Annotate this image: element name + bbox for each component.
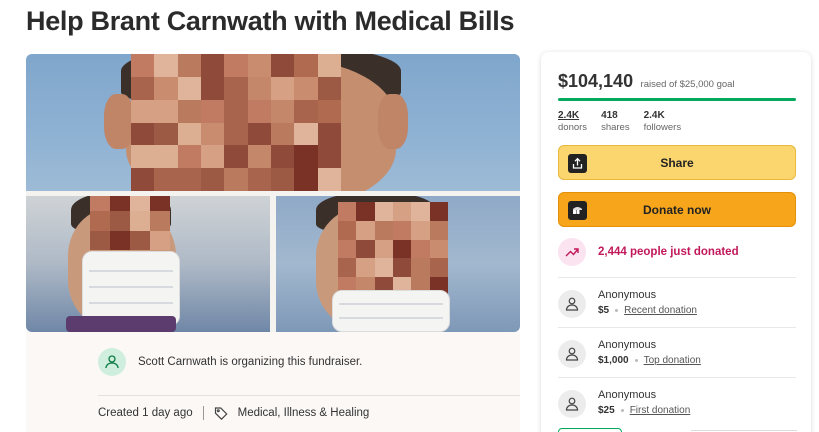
donation-item[interactable]: Anonymous $5 Recent donation — [558, 277, 796, 318]
share-button[interactable]: Share — [558, 145, 796, 180]
donate-now-label: Donate now — [643, 202, 711, 217]
organizer-text: Scott Carnwath is organizing this fundra… — [138, 356, 363, 368]
tag-icon — [214, 406, 228, 420]
created-date: Created 1 day ago — [98, 407, 193, 419]
campaign-photo-left[interactable] — [26, 196, 270, 332]
share-upload-icon — [568, 154, 587, 173]
stat-shares: 418 shares — [601, 110, 630, 133]
organizer-row: Scott Carnwath is organizing this fundra… — [98, 348, 362, 376]
donor-name: Anonymous — [598, 289, 657, 301]
donation-amount: $25 — [598, 405, 615, 416]
pixelated-face — [90, 196, 170, 250]
donor-name: Anonymous — [598, 389, 657, 401]
donation-tag[interactable]: Top donation — [644, 353, 701, 368]
progress-bar — [558, 98, 796, 101]
donation-item[interactable]: Anonymous $25 First donation — [558, 377, 796, 418]
campaign-photo-main[interactable] — [26, 54, 520, 191]
person-icon — [558, 340, 586, 368]
recent-donations-trend: 2,444 people just donated — [558, 238, 739, 266]
pixelated-face — [338, 202, 448, 296]
trend-text: 2,444 people just donated — [598, 246, 739, 258]
person-icon — [558, 290, 586, 318]
donation-amount: $1,000 — [598, 355, 629, 366]
donate-card: $104,140 raised of $25,000 goal 2.4K don… — [541, 52, 811, 432]
donation-item[interactable]: Anonymous $1,000 Top donation — [558, 327, 796, 368]
donation-amount: $5 — [598, 305, 610, 316]
see-all-button[interactable] — [558, 428, 622, 432]
organizer-avatar-icon — [98, 348, 126, 376]
campaign-photo-right[interactable] — [276, 196, 520, 332]
stats-row: 2.4K donors 418 shares 2.4K followers — [558, 110, 681, 134]
progress-fill — [558, 98, 796, 101]
share-label: Share — [660, 155, 694, 170]
campaign-photo-collage[interactable] — [26, 54, 520, 332]
campaign-meta: Created 1 day ago Medical, Illness & Hea… — [98, 406, 369, 420]
gofundme-logo-icon — [568, 201, 587, 220]
raised-summary: $104,140 raised of $25,000 goal — [558, 71, 735, 92]
person-icon — [558, 390, 586, 418]
raised-goal: raised of $25,000 goal — [640, 79, 735, 90]
stat-followers: 2.4K followers — [643, 110, 682, 133]
page-title: Help Brant Carnwath with Medical Bills — [26, 6, 515, 36]
raised-amount: $104,140 — [558, 71, 634, 91]
trending-up-icon — [558, 238, 586, 266]
donation-tag[interactable]: Recent donation — [624, 303, 697, 318]
pixelated-face — [131, 54, 341, 191]
category-link[interactable]: Medical, Illness & Healing — [238, 407, 370, 419]
donor-name: Anonymous — [598, 339, 657, 351]
donate-now-button[interactable]: Donate now — [558, 192, 796, 227]
stat-donors[interactable]: 2.4K donors — [558, 110, 587, 134]
donation-tag[interactable]: First donation — [630, 403, 691, 418]
